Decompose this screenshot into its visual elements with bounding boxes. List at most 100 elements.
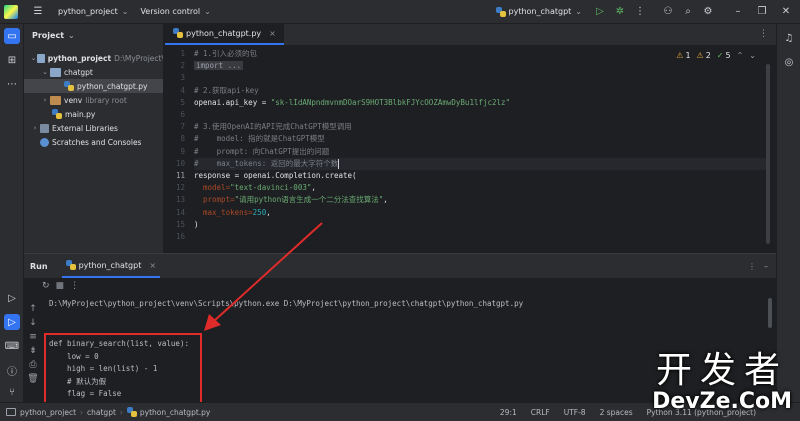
database-icon[interactable]: ◎	[781, 54, 797, 70]
tree-item-external-libraries[interactable]: › External Libraries	[24, 121, 163, 135]
close-icon[interactable]: ✕	[778, 4, 794, 20]
run-side-toolbar: ↑ ↓ ≡ ⇟ ⎙ 🗑	[24, 278, 42, 403]
tree-item-python-chatgpt[interactable]: python_chatgpt.py	[24, 79, 163, 93]
tree-item-label: python_chatgpt.py	[77, 81, 148, 91]
line-separator[interactable]: CRLF	[527, 408, 554, 417]
main-menu-icon[interactable]: ☰	[30, 4, 46, 20]
string-literal: "请用python语言生成一个二分法查找算法"	[234, 195, 384, 205]
tree-item-chatgpt[interactable]: ⌄ chatgpt	[24, 65, 163, 79]
vcs-selector[interactable]: Version control ⌄	[136, 0, 214, 24]
more-options-icon[interactable]: ⋮	[70, 281, 79, 291]
breadcrumb-file[interactable]: python_chatgpt.py	[140, 408, 210, 417]
more-options-icon[interactable]: ⋮	[748, 262, 756, 271]
project-tool-icon[interactable]: ▭	[4, 28, 20, 44]
watermark-line1: 开发者	[656, 350, 789, 391]
tree-item-venv[interactable]: › venv library root	[24, 93, 163, 107]
tree-item-hint: D:\MyProject\	[114, 53, 164, 63]
line-number: 3	[180, 73, 185, 83]
chevron-down-icon: ⌄	[42, 68, 48, 76]
tree-item-label: External Libraries	[52, 123, 118, 133]
services-tool-icon[interactable]: ▷	[4, 290, 20, 306]
line-number: 7	[180, 122, 185, 132]
more-options-icon[interactable]: ⋮	[632, 4, 648, 20]
tab-run-python-chatgpt[interactable]: python_chatgpt ×	[61, 254, 161, 278]
folder-icon	[50, 95, 61, 105]
param-name: model=	[203, 183, 231, 193]
project-name: python_project	[58, 7, 118, 16]
editor-scrollbar[interactable]	[766, 64, 770, 244]
run-panel-header: Run python_chatgpt × ⋮ –	[24, 254, 776, 278]
code-line: # prompt: 向ChatGPT提出的问题	[194, 146, 329, 158]
run-tool-icon[interactable]: ▷	[4, 314, 20, 330]
trash-icon[interactable]: 🗑	[26, 374, 40, 388]
terminal-tool-icon[interactable]: ⌨	[4, 338, 20, 354]
line-number: 8	[180, 134, 185, 144]
indent-setting[interactable]: 2 spaces	[596, 408, 637, 417]
debug-icon[interactable]: ✲	[612, 4, 628, 20]
line-number: 6	[180, 110, 185, 119]
scroll-down-icon[interactable]: ↓	[26, 318, 40, 332]
line-number-gutter: 1 2 3 4 5 6 7 8 9 10 11 12 13 14 15 16	[165, 46, 193, 253]
scratches-icon	[40, 137, 49, 147]
string-literal: "sk-lIdANpndmvnmDOarS9HOT3BlbkFJYcOOZAmw…	[270, 97, 511, 107]
scroll-to-end-icon[interactable]: ⇟	[26, 346, 40, 360]
console-scrollbar[interactable]	[768, 298, 772, 328]
soft-wrap-icon[interactable]: ≡	[26, 332, 40, 346]
comment-text: # 2.获取api-key	[194, 85, 259, 95]
tree-item-main[interactable]: main.py	[24, 107, 163, 121]
run-toolbar-top: ↻ ■ ⋮	[42, 278, 79, 294]
line-number: 13	[175, 195, 185, 205]
print-icon[interactable]: ⎙	[26, 360, 40, 374]
minimize-panel-icon[interactable]: –	[764, 262, 768, 271]
line-number: 11	[175, 171, 185, 180]
add-user-icon[interactable]: ⚇	[660, 4, 676, 20]
code-text: )	[194, 219, 199, 229]
stop-icon[interactable]: ■	[56, 281, 65, 291]
folded-imports[interactable]: import ...	[194, 61, 244, 71]
caret-position[interactable]: 29:1	[496, 408, 521, 417]
restore-icon[interactable]: ❐	[754, 4, 770, 20]
breadcrumb-folder[interactable]: chatgpt	[83, 408, 120, 417]
code-text: ,	[383, 195, 388, 205]
python-file-icon	[64, 81, 74, 91]
watermark: 开发者 DevZe.CoM	[652, 352, 792, 414]
run-icon[interactable]: ▷	[592, 4, 608, 20]
close-tab-icon[interactable]: ×	[269, 29, 276, 38]
code-area[interactable]: # 1.引入必须的包 import ... # 2.获取api-key open…	[194, 46, 769, 253]
project-selector[interactable]: python_project ⌄	[54, 0, 132, 24]
console-line: D:\MyProject\python_project\venv\Scripts…	[49, 299, 524, 308]
gear-icon[interactable]: ⚙	[700, 4, 716, 20]
tree-item-project-root[interactable]: ⌄ python_project D:\MyProject\	[24, 51, 164, 65]
problems-tool-icon[interactable]: ⓘ	[4, 362, 20, 378]
python-file-icon	[52, 109, 62, 119]
chevron-right-icon: ›	[43, 96, 47, 104]
scroll-up-icon[interactable]: ↑	[26, 304, 40, 318]
git-tool-icon[interactable]: ⑂	[4, 384, 20, 400]
text-caret	[338, 158, 340, 169]
more-tools-icon[interactable]: ⋯	[4, 76, 20, 92]
chevron-down-icon: ⌄	[68, 30, 75, 40]
chevron-down-icon: ⌄	[575, 7, 582, 16]
comment-text: # max_tokens: 返回的最大字符个数	[194, 158, 339, 168]
run-config-selector[interactable]: python_chatgpt ⌄	[492, 0, 587, 24]
run-tab-label: python_chatgpt	[78, 260, 142, 270]
breadcrumb-project[interactable]: python_project	[16, 408, 80, 417]
tree-item-scratches[interactable]: Scratches and Consoles	[24, 135, 163, 149]
more-options-icon[interactable]: ⋮	[759, 29, 768, 39]
project-panel-header[interactable]: Project ⌄	[24, 24, 163, 46]
line-number: 16	[175, 232, 185, 241]
line-number: 15	[175, 219, 185, 229]
code-text: response = openai.Completion.create(	[194, 171, 357, 180]
line-number: 14	[175, 207, 185, 217]
tab-python-chatgpt[interactable]: python_chatgpt.py ×	[165, 23, 284, 45]
minimize-icon[interactable]: –	[730, 4, 746, 20]
python-file-icon	[495, 6, 506, 17]
watermark-line2: DevZe.CoM	[652, 389, 792, 414]
rerun-icon[interactable]: ↻	[42, 281, 50, 291]
search-icon[interactable]: ⌕	[680, 4, 696, 20]
line-number: 4	[180, 85, 185, 95]
notifications-icon[interactable]: ♫	[781, 30, 797, 46]
close-tab-icon[interactable]: ×	[149, 261, 156, 270]
structure-tool-icon[interactable]: ⊞	[4, 52, 20, 68]
file-encoding[interactable]: UTF-8	[560, 408, 590, 417]
